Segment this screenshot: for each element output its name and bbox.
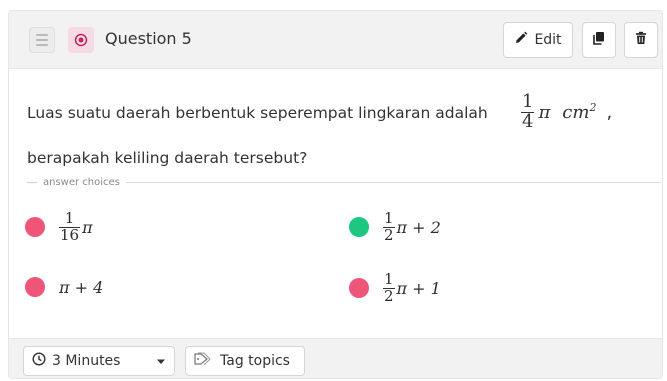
question-formula: 1 4 π cm2 , [521, 91, 613, 132]
pencil-icon [514, 31, 528, 49]
time-limit-label: 3 Minutes [52, 353, 121, 369]
choice-1-denominator: 16 [59, 225, 81, 244]
formula-denominator: 4 [521, 110, 535, 132]
correct-indicator [349, 217, 369, 238]
choice-2-suffix: π + 2 [396, 217, 441, 237]
caret-down-icon [156, 353, 166, 369]
answer-choices-divider: answer choices [27, 175, 661, 189]
tag-icon [194, 352, 212, 370]
choice-4-denominator: 2 [383, 286, 395, 305]
copy-icon [592, 31, 606, 49]
formula-comma: , [606, 101, 613, 123]
incorrect-indicator [25, 277, 45, 297]
question-card: Question 5 Edit Luas suatu daerah berben… [8, 10, 663, 379]
choice-1-math: 1 16 π [59, 209, 93, 244]
drag-handle-icon[interactable] [29, 27, 55, 53]
question-title: Question 5 [105, 29, 192, 48]
choice-3-text: π + 4 [59, 277, 104, 297]
formula-unit: cm2 [562, 101, 596, 123]
formula-pi: π [538, 101, 551, 123]
formula-numerator: 1 [522, 91, 534, 112]
question-line-2: berapakah keliling daerah tersebut? [27, 149, 308, 167]
incorrect-indicator [349, 278, 369, 299]
formula-exponent: 2 [589, 101, 597, 115]
answer-choices-label: answer choices [43, 176, 120, 188]
edit-label: Edit [534, 32, 562, 48]
choice-2-denominator: 2 [383, 225, 395, 244]
trash-icon [634, 31, 648, 49]
question-line-1: Luas suatu daerah berbentuk seperempat l… [27, 104, 488, 122]
choice-1-suffix: π [82, 217, 93, 237]
choice-4-suffix: π + 1 [396, 278, 441, 298]
answer-choice-2[interactable]: 1 2 π + 2 [349, 209, 441, 244]
edit-button[interactable]: Edit [503, 22, 573, 58]
question-header: Question 5 Edit [9, 11, 662, 69]
time-limit-select[interactable]: 3 Minutes [23, 346, 175, 376]
tag-topics-label: Tag topics [220, 353, 290, 369]
choice-2-math: 1 2 π + 2 [383, 209, 441, 244]
answer-choice-1[interactable]: 1 16 π [25, 209, 93, 244]
incorrect-indicator [25, 217, 45, 238]
delete-button[interactable] [624, 22, 658, 58]
answer-choice-4[interactable]: 1 2 π + 1 [349, 270, 441, 305]
answer-choice-3[interactable]: π + 4 [25, 277, 103, 297]
formula-unit-base: cm [562, 102, 590, 124]
choice-1-numerator: 1 [64, 209, 75, 227]
radio-target-icon [68, 27, 94, 53]
clock-icon [32, 352, 46, 370]
choice-4-numerator: 1 [384, 270, 394, 288]
choice-4-math: 1 2 π + 1 [383, 270, 441, 305]
duplicate-button[interactable] [582, 22, 616, 58]
tag-topics-button[interactable]: Tag topics [185, 346, 305, 376]
question-footer: 3 Minutes Tag topics [9, 338, 662, 378]
choice-2-numerator: 1 [384, 209, 394, 227]
formula-fraction: 1 4 [521, 91, 535, 132]
